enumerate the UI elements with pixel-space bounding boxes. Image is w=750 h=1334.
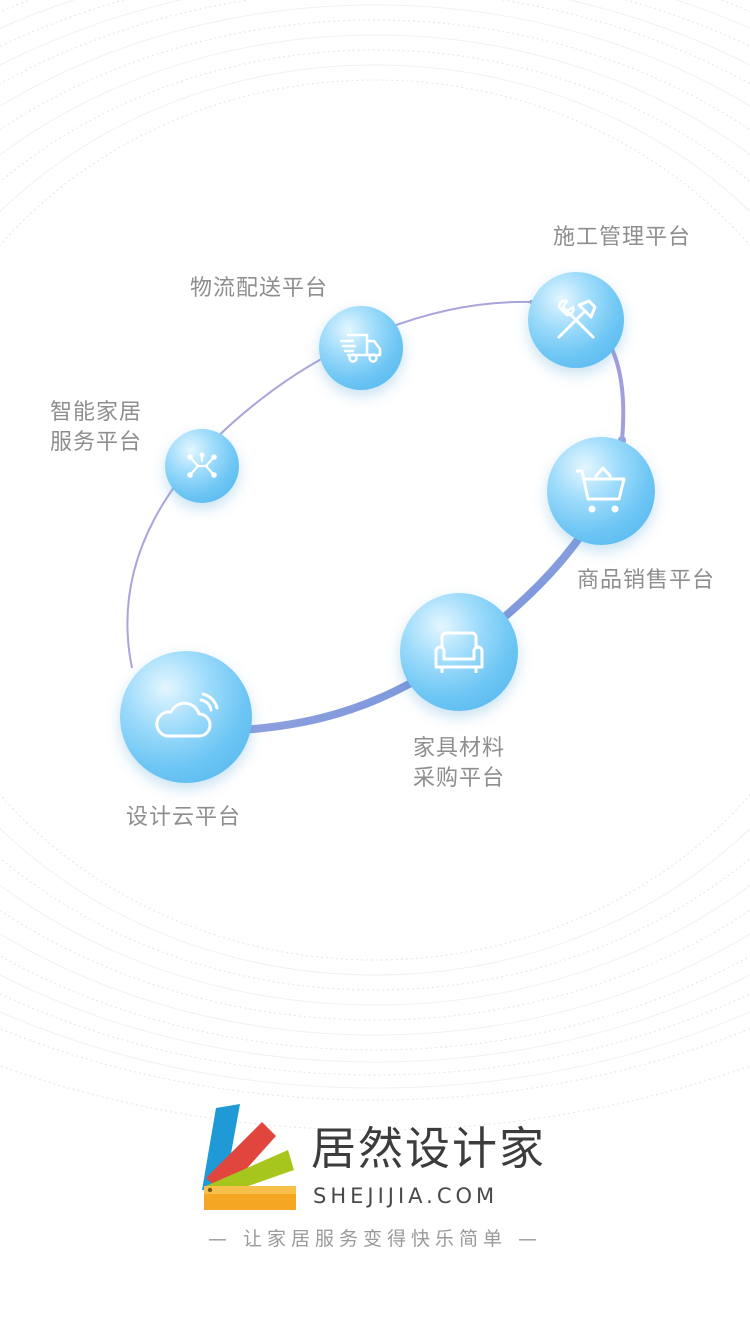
brand-logo [202,1104,296,1210]
sofa-icon [434,631,484,673]
design-cloud-node[interactable] [120,651,252,783]
brand-domain: SHEJIJIA.COM [313,1184,499,1208]
logistics-node[interactable] [319,306,403,390]
furniture-materials-node[interactable] [400,593,518,711]
network-icon [187,452,217,478]
product-sales-label: 商品销售平台 [577,568,716,593]
logistics-label: 物流配送平台 [190,276,329,301]
tools-icon [557,299,597,339]
delivery-truck-icon [339,333,382,363]
cloud-icon [155,692,219,738]
brand-name: 居然设计家 [311,1122,547,1175]
shopping-cart-icon [576,466,626,513]
brand-slogan: — 让家居服务变得快乐简单 — [207,1228,543,1250]
smart-home-node[interactable] [165,429,239,503]
construction-management-node[interactable] [528,272,624,368]
construction-management-label: 施工管理平台 [553,225,692,250]
furniture-materials-label: 家具材料 采购平台 [413,736,506,791]
product-sales-node[interactable] [547,437,655,545]
smart-home-label: 智能家居 服务平台 [50,400,143,455]
design-cloud-label: 设计云平台 [126,805,242,830]
